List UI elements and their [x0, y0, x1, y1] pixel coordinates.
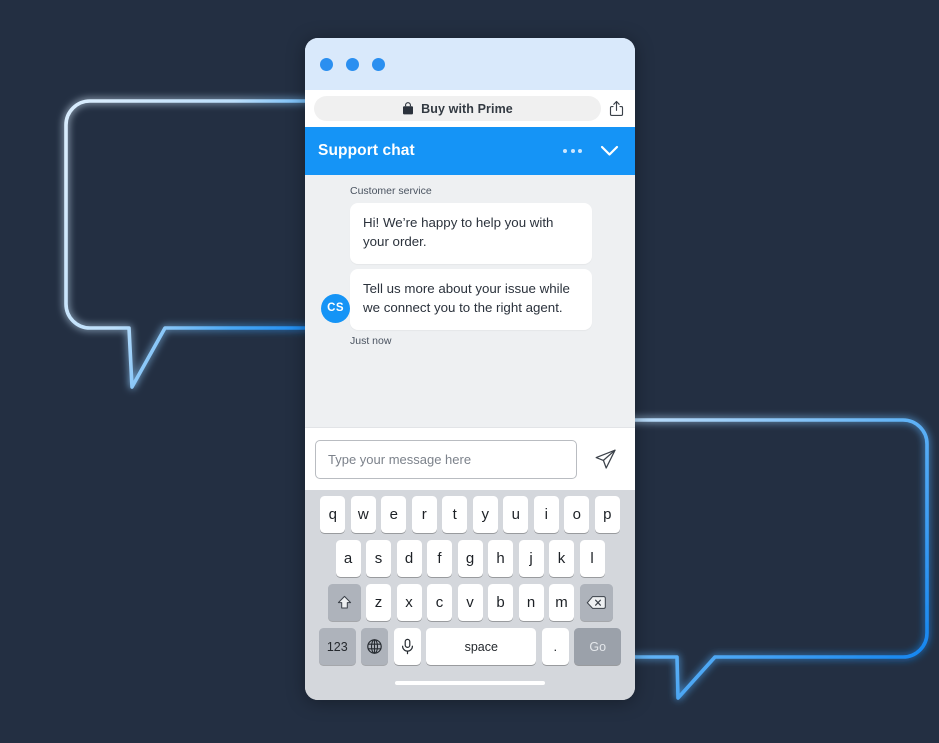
send-paper-plane-icon[interactable] — [583, 440, 627, 479]
support-chat-header: Support chat — [305, 127, 635, 175]
share-icon[interactable] — [609, 100, 624, 117]
key-b[interactable]: b — [488, 584, 513, 621]
key-h[interactable]: h — [488, 540, 513, 577]
message-input[interactable] — [315, 439, 577, 479]
message-sender-label: Customer service — [350, 185, 432, 197]
globe-language-icon[interactable] — [361, 628, 389, 665]
home-indicator-area — [308, 672, 632, 700]
space-key[interactable]: space — [426, 628, 537, 665]
shopping-bag-icon — [403, 102, 414, 115]
microphone-icon[interactable] — [393, 628, 421, 665]
key-i[interactable]: i — [533, 496, 559, 533]
key-o[interactable]: o — [564, 496, 590, 533]
browser-dot-1 — [320, 57, 333, 71]
message-timestamp: Just now — [350, 334, 392, 347]
keyboard-row-1: q w e r t y u i o p — [308, 496, 632, 533]
phone-mockup: Buy with Prime Support chat Customer ser… — [305, 38, 635, 700]
address-bar-label: Buy with Prime — [421, 101, 513, 116]
avatar: CS — [321, 293, 350, 323]
chat-message-bubble: Tell us more about your issue while we c… — [350, 268, 592, 330]
browser-dot-2 — [346, 57, 359, 71]
backspace-delete-icon[interactable] — [579, 584, 613, 621]
key-k[interactable]: k — [549, 540, 574, 577]
key-a[interactable]: a — [335, 540, 361, 577]
address-bar-row: Buy with Prime — [305, 90, 635, 127]
home-indicator[interactable] — [395, 680, 545, 685]
key-v[interactable]: v — [457, 584, 483, 621]
key-p[interactable]: p — [594, 496, 620, 533]
chat-message-list: Customer service Hi! We’re happy to help… — [305, 175, 635, 427]
key-s[interactable]: s — [366, 540, 391, 577]
keyboard-row-4: 123 space . Go — [308, 628, 632, 665]
browser-top-bar — [305, 38, 635, 90]
message-column: Hi! We’re happy to help you with your or… — [321, 203, 592, 330]
keyboard-row-2: a s d f g h j k l — [308, 540, 632, 577]
key-t[interactable]: t — [442, 496, 468, 533]
key-l[interactable]: l — [579, 540, 605, 577]
key-z[interactable]: z — [366, 584, 391, 621]
virtual-keyboard: q w e r t y u i o p a s d f g h j k l z … — [305, 490, 635, 700]
speech-bubble-right — [621, 418, 929, 700]
message-composer — [305, 427, 635, 490]
chevron-down-icon[interactable] — [600, 145, 619, 157]
key-n[interactable]: n — [518, 584, 544, 621]
go-key[interactable]: Go — [574, 628, 622, 665]
key-e[interactable]: e — [381, 496, 407, 533]
keyboard-row-3: z x c v b n m — [308, 584, 632, 621]
key-f[interactable]: f — [427, 540, 452, 577]
key-j[interactable]: j — [518, 540, 544, 577]
speech-bubble-left — [64, 99, 320, 389]
key-w[interactable]: w — [350, 496, 376, 533]
key-u[interactable]: u — [503, 496, 529, 533]
period-key[interactable]: . — [541, 628, 569, 665]
chat-message-bubble: Hi! We’re happy to help you with your or… — [350, 203, 592, 264]
key-q[interactable]: q — [320, 496, 346, 533]
address-bar[interactable]: Buy with Prime — [314, 96, 601, 121]
key-g[interactable]: g — [457, 540, 483, 577]
canvas: Buy with Prime Support chat Customer ser… — [0, 0, 939, 743]
key-d[interactable]: d — [396, 540, 422, 577]
shift-up-arrow-icon[interactable] — [327, 584, 361, 621]
numbers-key[interactable]: 123 — [318, 628, 356, 665]
key-y[interactable]: y — [472, 496, 498, 533]
more-dots-icon[interactable] — [563, 149, 582, 153]
chat-title: Support chat — [318, 142, 415, 159]
browser-dot-3 — [372, 57, 385, 71]
key-c[interactable]: c — [427, 584, 452, 621]
key-m[interactable]: m — [549, 584, 574, 621]
key-r[interactable]: r — [411, 496, 437, 533]
key-x[interactable]: x — [396, 584, 422, 621]
